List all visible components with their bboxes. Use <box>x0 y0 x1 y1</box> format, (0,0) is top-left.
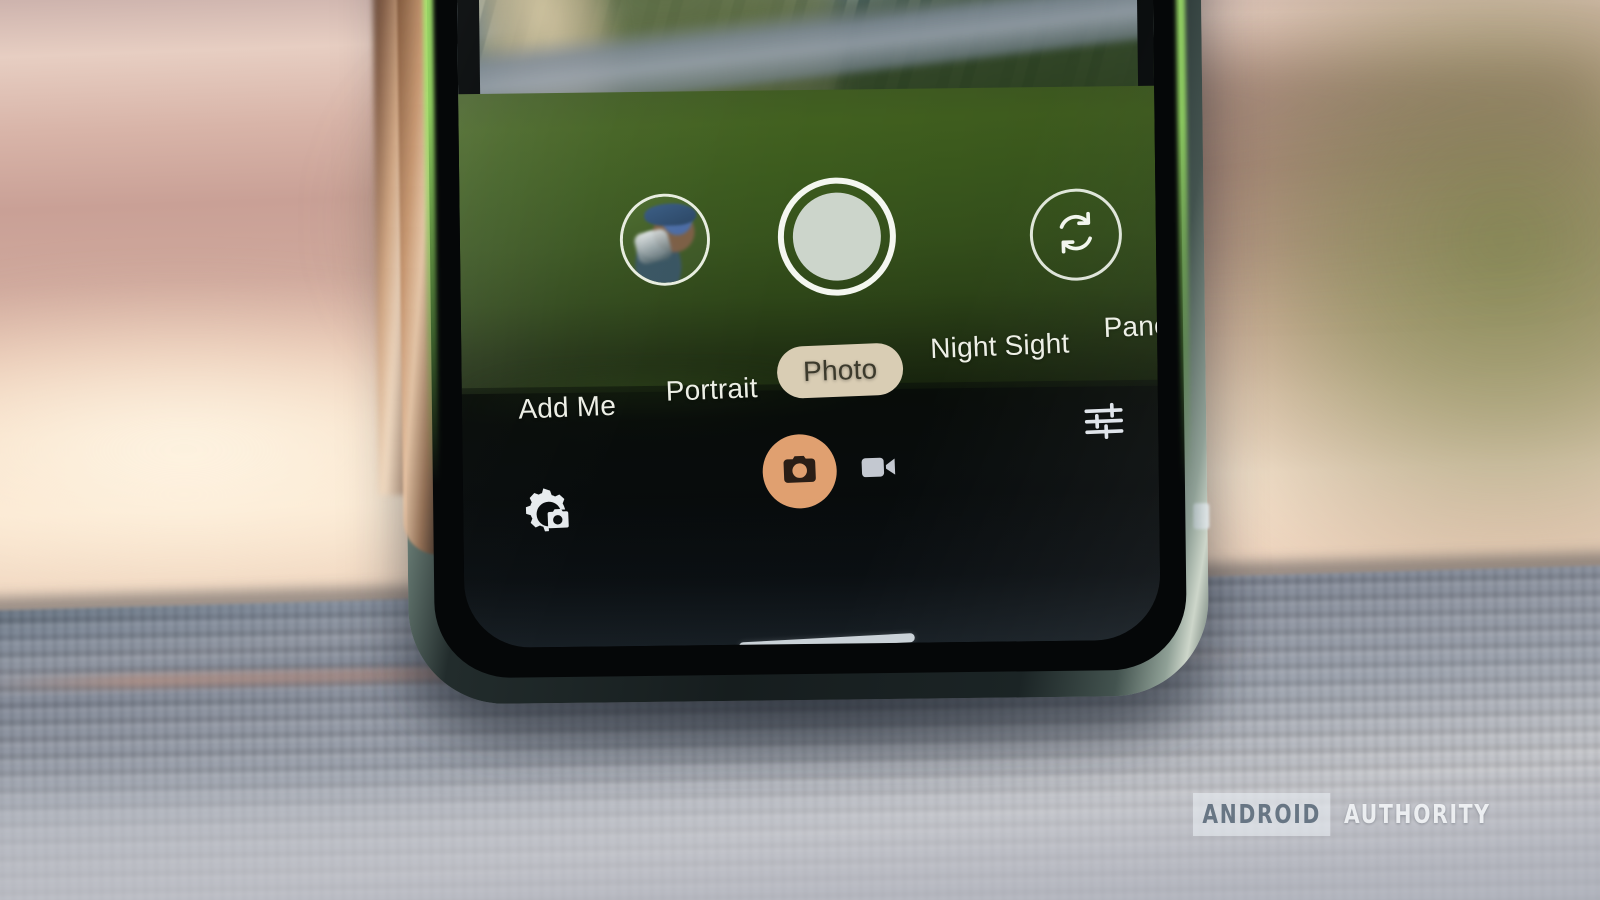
tune-sliders-icon <box>1081 402 1128 449</box>
phone-antenna-band <box>1193 503 1210 530</box>
photo-scene: .7 1x <box>0 0 1600 900</box>
gallery-thumbnail-cap <box>643 202 697 227</box>
adjust-settings-button[interactable] <box>1080 397 1132 449</box>
camera-icon <box>780 449 820 493</box>
gear-camera-icon <box>523 488 574 540</box>
mode-add-me[interactable]: Add Me <box>518 390 617 426</box>
watermark-android: ANDROID <box>1192 793 1331 836</box>
video-camera-icon <box>857 445 901 494</box>
watermark: ANDROID AUTHORITY <box>1192 793 1532 836</box>
watermark-authority: AUTHORITY <box>1343 799 1491 830</box>
phone-screen: .7 1x <box>454 0 1161 649</box>
smartphone: .7 1x <box>370 0 1210 705</box>
shutter-button-inner <box>791 191 883 282</box>
video-mode-button[interactable] <box>850 440 908 498</box>
mode-photo[interactable]: Photo <box>776 342 905 400</box>
mode-panorama[interactable]: Panoraı <box>1103 308 1161 344</box>
capture-controls-row <box>459 174 1156 302</box>
camera-flip-icon <box>1049 205 1103 264</box>
shutter-button[interactable] <box>776 175 898 298</box>
photo-mode-button[interactable] <box>761 432 839 510</box>
mode-night-sight[interactable]: Night Sight <box>930 327 1070 365</box>
phone-glass: .7 1x <box>424 0 1188 679</box>
gallery-thumbnail[interactable] <box>618 192 712 288</box>
flip-camera-button[interactable] <box>1028 187 1124 283</box>
camera-settings-button[interactable] <box>521 484 573 536</box>
mode-portrait[interactable]: Portrait <box>665 372 758 408</box>
